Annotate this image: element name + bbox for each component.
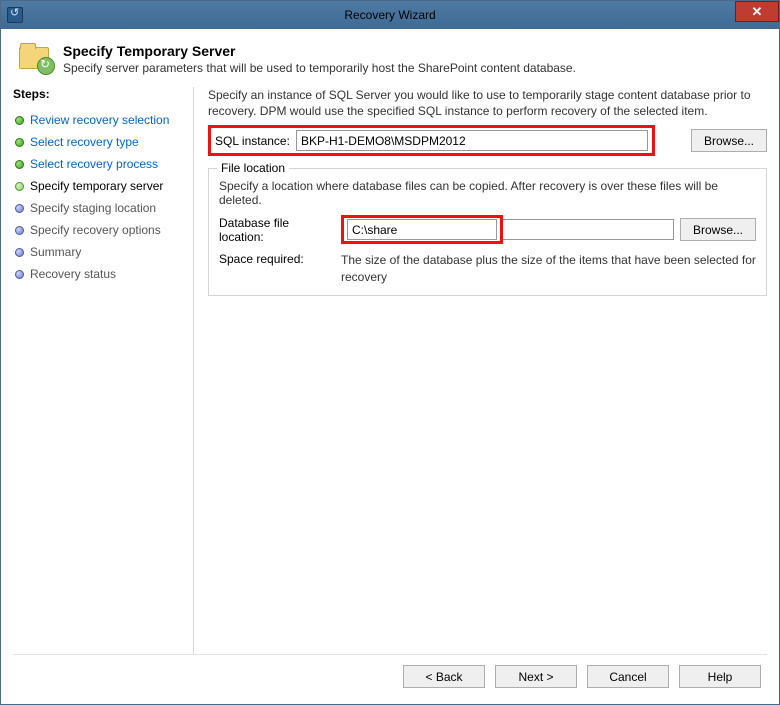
sql-instance-highlight: SQL instance: xyxy=(208,125,655,156)
step-label: Specify staging location xyxy=(30,201,156,215)
step-select-recovery-type[interactable]: Select recovery type xyxy=(13,131,185,153)
bullet-icon xyxy=(15,248,24,257)
step-specify-staging-location[interactable]: Specify staging location xyxy=(13,197,185,219)
space-required-label: Space required: xyxy=(219,252,335,284)
db-file-browse-button[interactable]: Browse... xyxy=(680,218,756,241)
step-label: Review recovery selection xyxy=(30,113,169,127)
sql-instance-row: SQL instance: Browse... xyxy=(208,125,767,156)
step-label: Recovery status xyxy=(30,267,116,281)
sql-browse-button[interactable]: Browse... xyxy=(691,129,767,152)
sql-instance-input[interactable] xyxy=(296,130,648,151)
wizard-button-bar: < Back Next > Cancel Help xyxy=(13,654,767,692)
bullet-icon xyxy=(15,204,24,213)
step-label: Select recovery process xyxy=(30,157,158,171)
db-file-location-extend[interactable] xyxy=(503,219,674,240)
recovery-wizard-window: Recovery Wizard ✕ Specify Temporary Serv… xyxy=(0,0,780,705)
close-button[interactable]: ✕ xyxy=(735,1,779,22)
file-location-desc: Specify a location where database files … xyxy=(219,179,756,207)
step-summary[interactable]: Summary xyxy=(13,241,185,263)
page-header: Specify Temporary Server Specify server … xyxy=(13,39,767,87)
bullet-icon xyxy=(15,182,24,191)
back-button[interactable]: < Back xyxy=(403,665,485,688)
bullet-icon xyxy=(15,160,24,169)
db-file-location-input[interactable] xyxy=(347,219,497,240)
content: Specify Temporary Server Specify server … xyxy=(1,29,779,704)
bullet-icon xyxy=(15,116,24,125)
bullet-icon xyxy=(15,138,24,147)
db-file-location-highlight xyxy=(341,215,503,244)
next-button[interactable]: Next > xyxy=(495,665,577,688)
steps-title: Steps: xyxy=(13,87,185,101)
steps-sidebar: Steps: Review recovery selection Select … xyxy=(13,87,193,654)
main-panel: Specify an instance of SQL Server you wo… xyxy=(194,87,767,654)
step-label: Specify temporary server xyxy=(30,179,163,193)
step-label: Select recovery type xyxy=(30,135,139,149)
step-review-recovery-selection[interactable]: Review recovery selection xyxy=(13,109,185,131)
window-title: Recovery Wizard xyxy=(344,8,435,22)
page-subtitle: Specify server parameters that will be u… xyxy=(63,61,576,75)
help-button[interactable]: Help xyxy=(679,665,761,688)
cancel-button[interactable]: Cancel xyxy=(587,665,669,688)
sql-instance-label: SQL instance: xyxy=(215,134,290,148)
db-file-location-row: Database file location: Browse... xyxy=(219,215,756,244)
page-title: Specify Temporary Server xyxy=(63,43,576,59)
step-label: Summary xyxy=(30,245,81,259)
step-specify-temporary-server[interactable]: Specify temporary server xyxy=(13,175,185,197)
space-required-text: The size of the database plus the size o… xyxy=(341,252,756,284)
db-file-location-label: Database file location: xyxy=(219,216,335,244)
app-icon xyxy=(7,7,23,23)
file-location-group: File location Specify a location where d… xyxy=(208,168,767,295)
space-required-row: Space required: The size of the database… xyxy=(219,252,756,284)
bullet-icon xyxy=(15,270,24,279)
step-recovery-status[interactable]: Recovery status xyxy=(13,263,185,285)
main-description: Specify an instance of SQL Server you wo… xyxy=(208,87,767,119)
step-select-recovery-process[interactable]: Select recovery process xyxy=(13,153,185,175)
step-label: Specify recovery options xyxy=(30,223,161,237)
folder-restore-icon xyxy=(17,43,53,73)
step-specify-recovery-options[interactable]: Specify recovery options xyxy=(13,219,185,241)
file-location-legend: File location xyxy=(217,161,289,175)
close-icon: ✕ xyxy=(752,4,763,20)
bullet-icon xyxy=(15,226,24,235)
titlebar: Recovery Wizard ✕ xyxy=(1,1,779,29)
